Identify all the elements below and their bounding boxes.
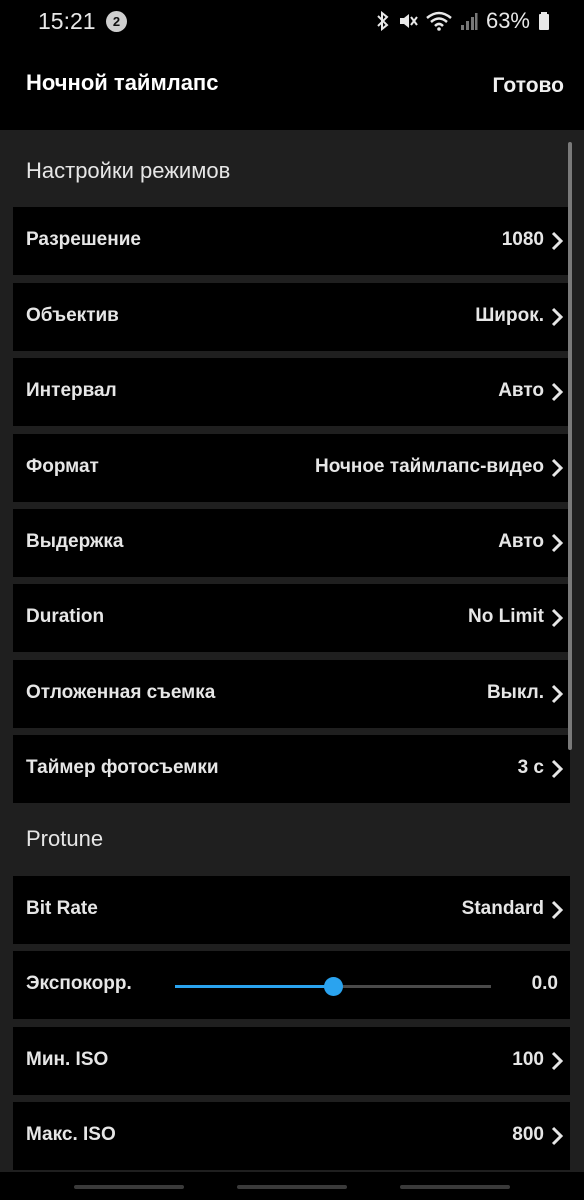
wifi-icon	[426, 11, 452, 31]
setting-label: Разрешение	[26, 229, 141, 250]
status-icons: 63%	[376, 8, 550, 34]
setting-value: 100	[512, 1049, 544, 1070]
setting-label: Интервал	[26, 380, 117, 401]
scrollbar[interactable]	[568, 142, 572, 750]
chevron-right-icon	[551, 1126, 564, 1146]
setting-label: Duration	[26, 606, 105, 627]
nav-recents-handle[interactable]	[74, 1185, 184, 1189]
setting-value: 1080	[501, 229, 544, 250]
setting-label: Формат	[26, 456, 99, 477]
mute-icon	[398, 11, 418, 31]
setting-row-shutter[interactable]: Выдержка Авто	[13, 509, 570, 577]
setting-value: Ночное таймлапс-видео	[314, 456, 544, 477]
setting-row-format[interactable]: Формат Ночное таймлапс-видео	[13, 434, 570, 502]
setting-value: Выкл.	[486, 682, 544, 703]
notification-count-badge: 2	[106, 11, 127, 32]
setting-label: Выдержка	[26, 531, 124, 552]
nav-home-handle[interactable]	[237, 1185, 347, 1189]
setting-row-ev-comp: Экспокорр. 0.0	[13, 951, 570, 1019]
setting-row-lens[interactable]: Объектив Широк.	[13, 283, 570, 351]
settings-list[interactable]: Настройки режимов Разрешение 1080 Объект…	[0, 130, 584, 1200]
setting-label: Экспокорр.	[26, 973, 132, 994]
setting-value: 3 с	[517, 757, 544, 778]
chevron-right-icon	[551, 759, 564, 779]
page-title: Ночной таймлапс	[26, 70, 219, 95]
chevron-right-icon	[551, 1051, 564, 1071]
system-nav-bar	[0, 1172, 584, 1200]
setting-row-scheduled-capture[interactable]: Отложенная съемка Выкл.	[13, 660, 570, 728]
nav-back-handle[interactable]	[400, 1185, 510, 1189]
setting-value: Широк.	[475, 305, 544, 326]
setting-value: Standard	[461, 898, 544, 919]
setting-label: Bit Rate	[26, 898, 98, 919]
signal-icon	[460, 11, 478, 31]
chevron-right-icon	[551, 533, 564, 553]
section-title-protune: Protune	[26, 826, 104, 851]
status-bar: 15:21 2 63%	[0, 0, 584, 44]
setting-row-duration[interactable]: Duration No Limit	[13, 584, 570, 652]
chevron-right-icon	[551, 231, 564, 251]
setting-row-bitrate[interactable]: Bit Rate Standard	[13, 876, 570, 944]
chevron-right-icon	[551, 382, 564, 402]
setting-row-resolution[interactable]: Разрешение 1080	[13, 207, 570, 275]
section-title-modes: Настройки режимов	[26, 158, 231, 183]
setting-label: Макс. ISO	[26, 1124, 116, 1145]
bluetooth-icon	[376, 11, 390, 31]
setting-value: Авто	[498, 380, 544, 401]
done-button[interactable]: Готово	[493, 74, 564, 98]
setting-value: Авто	[498, 531, 544, 552]
chevron-right-icon	[551, 684, 564, 704]
chevron-right-icon	[551, 307, 564, 327]
battery-text: 63%	[485, 8, 530, 33]
ev-slider-thumb[interactable]	[324, 977, 343, 996]
status-time: 15:21	[38, 8, 96, 34]
setting-row-iso-max[interactable]: Макс. ISO 800	[13, 1102, 570, 1170]
setting-label: Объектив	[26, 305, 119, 326]
setting-value: 800	[512, 1124, 544, 1145]
ev-slider-track[interactable]	[175, 977, 491, 996]
top-app-bar: Ночной таймлапс Готово	[0, 44, 584, 130]
ev-slider-fill	[175, 985, 333, 988]
setting-value: No Limit	[468, 606, 544, 627]
chevron-right-icon	[551, 608, 564, 628]
battery-icon	[538, 11, 550, 31]
setting-row-interval[interactable]: Интервал Авто	[13, 358, 570, 426]
chevron-right-icon	[551, 900, 564, 920]
chevron-right-icon	[551, 458, 564, 478]
ev-value: 0.0	[531, 973, 558, 994]
setting-row-iso-min[interactable]: Мин. ISO 100	[13, 1027, 570, 1095]
setting-label: Мин. ISO	[26, 1049, 109, 1070]
setting-label: Отложенная съемка	[26, 682, 216, 703]
setting-row-photo-timer[interactable]: Таймер фотосъемки 3 с	[13, 735, 570, 803]
setting-label: Таймер фотосъемки	[26, 757, 219, 778]
